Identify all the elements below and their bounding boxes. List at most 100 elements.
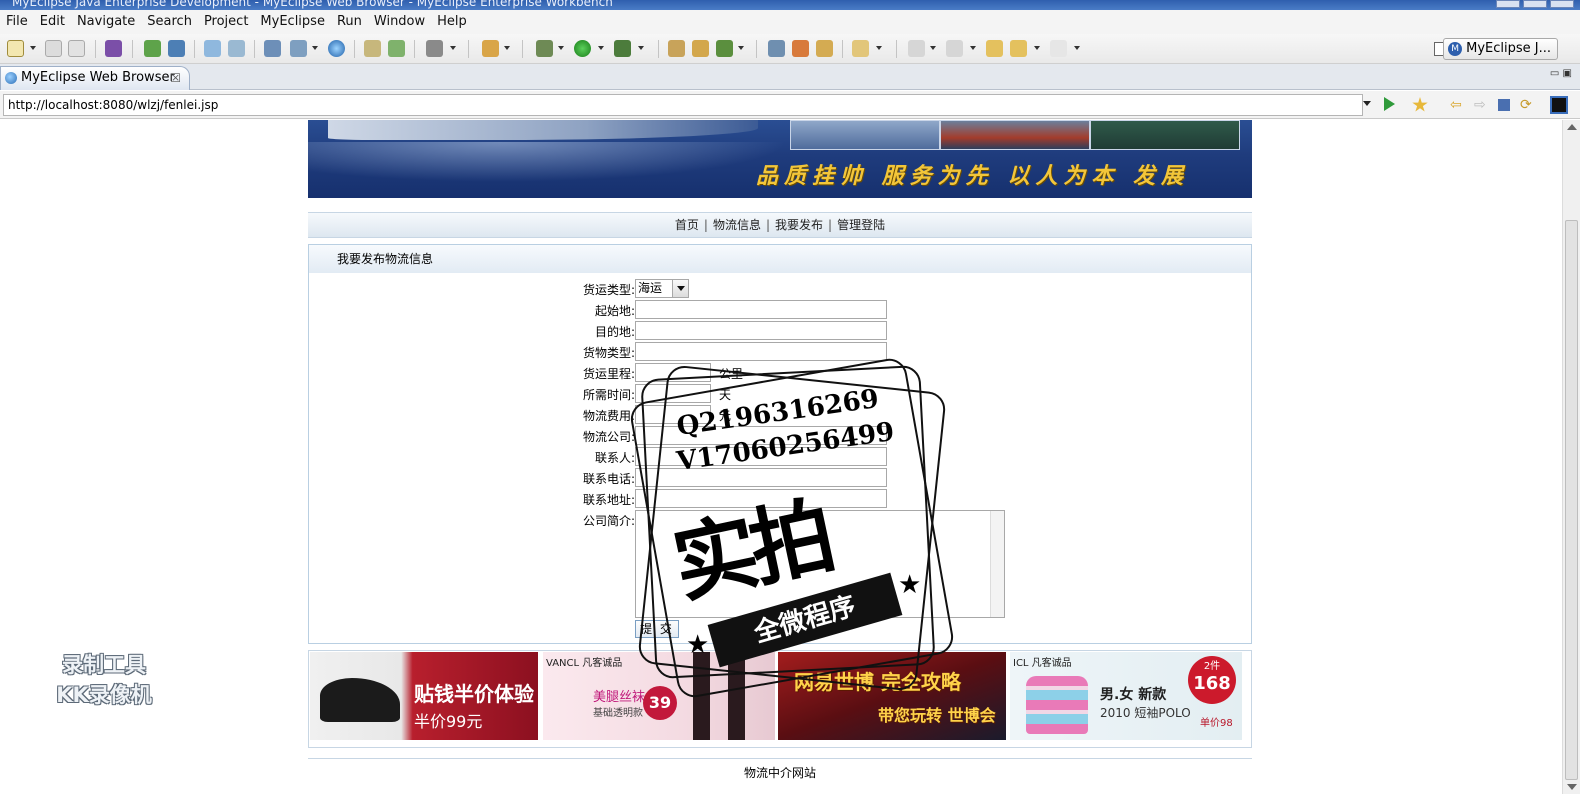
contact-input[interactable]: [635, 447, 887, 466]
maximize-button[interactable]: [1523, 0, 1547, 8]
chevron-down-icon[interactable]: [30, 46, 36, 50]
sync-icon[interactable]: [716, 40, 733, 57]
nav-admin-login[interactable]: 管理登陆: [832, 218, 890, 232]
menu-help[interactable]: Help: [431, 10, 473, 34]
globe-icon[interactable]: [328, 40, 345, 57]
back-icon[interactable]: [1010, 40, 1027, 57]
phone-input[interactable]: [635, 468, 887, 487]
prev-annotation-icon[interactable]: [946, 40, 963, 57]
scroll-down-icon[interactable]: [1567, 784, 1577, 790]
menu-search[interactable]: Search: [141, 10, 198, 34]
minimize-maximize-icon[interactable]: ▭ ▣: [1550, 68, 1572, 79]
chevron-down-icon[interactable]: [738, 46, 744, 50]
scroll-up-icon[interactable]: [1567, 124, 1577, 130]
close-icon[interactable]: ☒: [170, 67, 181, 89]
ad-headline: 网易世博 完全攻略: [794, 670, 961, 694]
chevron-down-icon[interactable]: [876, 46, 882, 50]
chevron-down-icon[interactable]: [1074, 46, 1080, 50]
debug-server-icon[interactable]: [144, 40, 161, 57]
intro-textarea[interactable]: [635, 510, 1005, 618]
ad-unit-price: 单价98: [1200, 718, 1233, 729]
form-row-cargo-type: 货物类型:: [309, 342, 1251, 363]
forward-arrow-icon[interactable]: ⇨: [1474, 97, 1490, 113]
chevron-down-icon[interactable]: [930, 46, 936, 50]
debug-icon[interactable]: [536, 40, 553, 57]
external-tools-icon[interactable]: [614, 40, 631, 57]
company-input[interactable]: [635, 426, 887, 445]
ad-headline: 男.女 新款: [1100, 687, 1167, 703]
open-task-icon[interactable]: [692, 40, 709, 57]
run-icon[interactable]: [574, 40, 591, 57]
favorites-icon[interactable]: [1412, 97, 1428, 112]
go-icon[interactable]: [1384, 97, 1395, 111]
menu-navigate[interactable]: Navigate: [71, 10, 141, 34]
ad-polo[interactable]: ICL 凡客诚品 男.女 新款 2010 短袖POLO 2件 168 单价98: [1010, 652, 1242, 740]
submit-button[interactable]: 提 交: [635, 620, 679, 638]
server-icon[interactable]: [264, 40, 281, 57]
url-history-dropdown-icon[interactable]: [1363, 101, 1371, 106]
duration-input[interactable]: [635, 384, 711, 403]
chevron-down-icon[interactable]: [312, 46, 318, 50]
nav-home[interactable]: 首页: [670, 218, 704, 232]
forward-icon[interactable]: [1050, 40, 1067, 57]
package-icon[interactable]: [105, 40, 122, 57]
cargo-type-input[interactable]: [635, 342, 887, 361]
chevron-down-icon[interactable]: [1034, 46, 1040, 50]
chevron-down-icon[interactable]: [558, 46, 564, 50]
perspective-button[interactable]: M MyEclipse J...: [1443, 38, 1558, 60]
refresh-icon[interactable]: [388, 40, 405, 57]
open-type-icon[interactable]: [668, 40, 685, 57]
url-input[interactable]: [3, 94, 1363, 116]
tab-web-browser[interactable]: MyEclipse Web Browser ☒: [0, 66, 190, 90]
menu-project[interactable]: Project: [198, 10, 254, 34]
site-nav: 首页 | 物流信息 | 我要发布 | 管理登陆: [308, 212, 1252, 238]
last-edit-icon[interactable]: [986, 40, 1003, 57]
distance-input[interactable]: [635, 363, 711, 382]
cost-input[interactable]: [635, 405, 711, 424]
ship-type-select[interactable]: 海运: [635, 279, 689, 298]
ad-shoes[interactable]: 贴钱半价体验 半价99元: [310, 652, 538, 740]
chevron-down-icon[interactable]: [598, 46, 604, 50]
web-service-icon[interactable]: [768, 40, 785, 57]
ad-stockings[interactable]: VANCL 凡客诚品 美腿丝袜 基础透明款 39: [543, 652, 775, 740]
stop-icon[interactable]: [1498, 99, 1510, 111]
vertical-scrollbar[interactable]: [1562, 120, 1580, 794]
menu-run[interactable]: Run: [331, 10, 368, 34]
database-icon[interactable]: [168, 40, 185, 57]
chevron-down-icon[interactable]: [638, 46, 644, 50]
next-annotation-icon[interactable]: [908, 40, 925, 57]
chevron-down-icon[interactable]: [970, 46, 976, 50]
dark-square-icon[interactable]: [1550, 96, 1568, 114]
nav-logistics-info[interactable]: 物流信息: [708, 218, 766, 232]
undeploy-icon[interactable]: [228, 40, 245, 57]
save-all-icon[interactable]: [68, 40, 85, 57]
minimize-button[interactable]: [1496, 0, 1520, 8]
camera-icon[interactable]: [426, 40, 443, 57]
back-arrow-icon[interactable]: ⇦: [1450, 97, 1466, 113]
destination-input[interactable]: [635, 321, 887, 340]
deploy-icon[interactable]: [204, 40, 221, 57]
menu-file[interactable]: File: [0, 10, 34, 34]
run-server-icon[interactable]: [290, 40, 307, 57]
chevron-down-icon[interactable]: [450, 46, 456, 50]
menu-myeclipse[interactable]: MyEclipse: [254, 10, 331, 34]
ad-expo[interactable]: 网易世博 完全攻略 带您玩转 世博会: [778, 652, 1006, 740]
tool-icon[interactable]: [792, 40, 809, 57]
menu-edit[interactable]: Edit: [34, 10, 71, 34]
new-icon[interactable]: [7, 40, 24, 57]
nav-publish[interactable]: 我要发布: [770, 218, 828, 232]
close-window-button[interactable]: [1550, 0, 1574, 8]
refresh-icon[interactable]: ⟳: [1520, 97, 1536, 113]
open-folder-icon[interactable]: [364, 40, 381, 57]
new-wizard-icon[interactable]: [482, 40, 499, 57]
textarea-scrollbar[interactable]: [990, 511, 1004, 617]
origin-input[interactable]: [635, 300, 887, 319]
search-folder-icon[interactable]: [852, 40, 869, 57]
folder-icon[interactable]: [816, 40, 833, 57]
scroll-thumb[interactable]: [1565, 220, 1578, 780]
chevron-down-icon[interactable]: [504, 46, 510, 50]
save-icon[interactable]: [45, 40, 62, 57]
chevron-down-icon[interactable]: [672, 280, 688, 297]
menu-window[interactable]: Window: [368, 10, 431, 34]
address-input[interactable]: [635, 489, 887, 508]
